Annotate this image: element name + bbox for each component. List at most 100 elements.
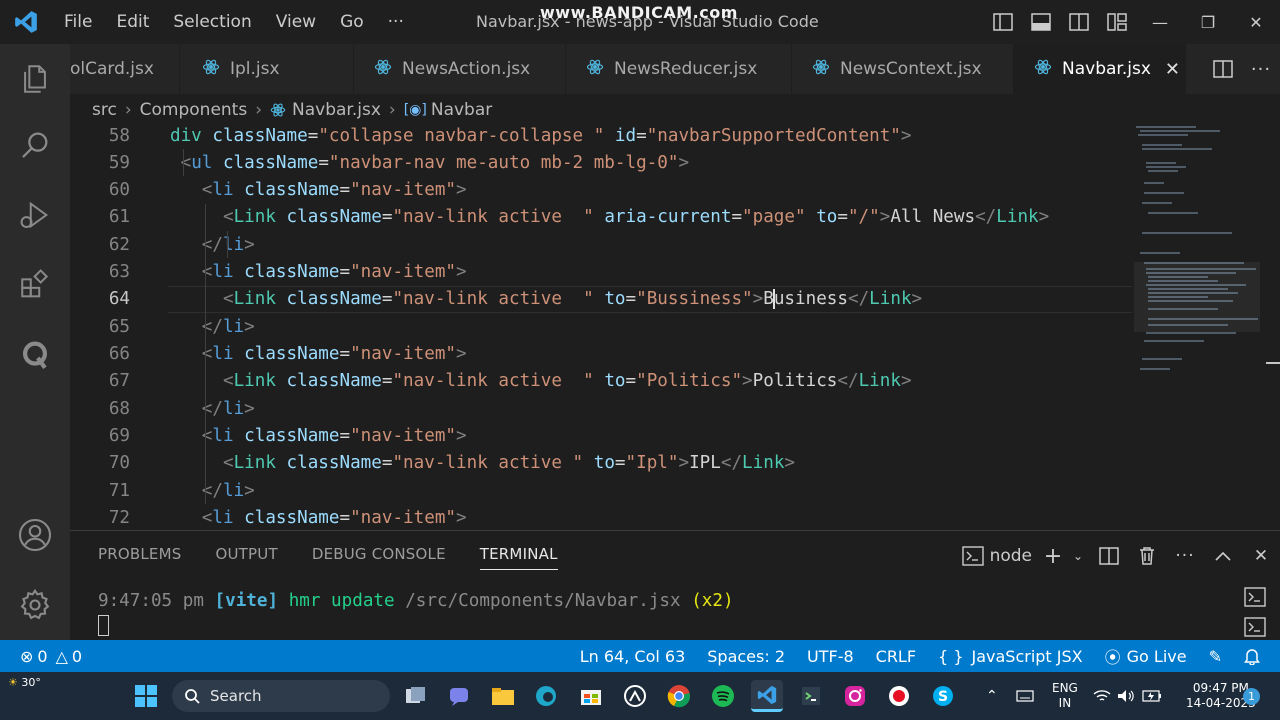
cursor-position[interactable]: Ln 64, Col 63	[569, 647, 697, 666]
new-terminal-icon[interactable]: +	[1040, 539, 1066, 573]
toggle-secondary-sidebar-icon[interactable]	[1060, 0, 1098, 44]
language-mode[interactable]: { } JavaScript JSX	[927, 647, 1094, 666]
line-number: 63	[108, 262, 130, 283]
feedback-icon[interactable]: ✎	[1198, 647, 1233, 666]
git-bash-icon[interactable]	[795, 680, 827, 712]
task-view-icon[interactable]	[400, 680, 432, 712]
terminal-tag: [vite]	[214, 591, 279, 611]
code-token: </	[837, 371, 859, 392]
breadcrumb-components[interactable]: Components	[140, 100, 248, 120]
restore-icon[interactable]: ❐	[1184, 0, 1232, 44]
breadcrumb-symbol[interactable]: Navbar	[431, 100, 492, 120]
split-editor-icon[interactable]	[1204, 44, 1242, 94]
line-number: 62	[108, 234, 130, 255]
react-file-icon	[1034, 58, 1052, 81]
microsoft-store-icon[interactable]	[575, 680, 607, 712]
code-text: </li>	[170, 317, 255, 337]
tab-output[interactable]: OUTPUT	[215, 545, 277, 570]
battery-icon[interactable]	[1142, 672, 1162, 720]
code-editor[interactable]: 58 div className="collapse navbar-collaps…	[70, 122, 1280, 530]
wifi-icon[interactable]	[1093, 672, 1111, 720]
tab-ipl[interactable]: Ipl.jsx	[180, 44, 354, 94]
menu-go[interactable]: Go	[328, 12, 376, 32]
recorder-icon[interactable]	[883, 680, 915, 712]
vscode-taskbar-icon[interactable]	[751, 680, 783, 712]
edge-icon[interactable]	[530, 680, 562, 712]
volume-icon[interactable]	[1117, 672, 1135, 720]
code-token: "nav-item"	[350, 426, 457, 447]
menu-selection[interactable]: Selection	[161, 12, 263, 32]
manage-gear-icon[interactable]	[0, 570, 70, 640]
code-token: >	[456, 508, 467, 529]
more-actions-icon[interactable]: ···	[1242, 44, 1280, 94]
show-hidden-icons[interactable]: ⌃	[986, 672, 998, 720]
code-token: >	[244, 480, 255, 501]
menu-file[interactable]: File	[52, 12, 104, 32]
tab-newscontext[interactable]: NewsContext.jsx	[792, 44, 1014, 94]
code-token: "nav-link active "	[392, 289, 594, 310]
windows-start-icon[interactable]	[130, 680, 162, 712]
close-window-icon[interactable]: ✕	[1232, 0, 1280, 44]
bell-icon[interactable]	[1233, 647, 1280, 665]
github-desktop-icon[interactable]	[619, 680, 651, 712]
input-language[interactable]: ENG IN	[1052, 672, 1078, 720]
warning-count: 0	[71, 646, 83, 666]
breadcrumb-file[interactable]: Navbar.jsx	[292, 100, 381, 120]
terminal-instance-icon[interactable]	[1244, 617, 1266, 639]
warning-icon: △	[55, 646, 68, 666]
toggle-panel-icon[interactable]	[1022, 0, 1060, 44]
minimap[interactable]	[1134, 122, 1260, 530]
maximize-panel-icon[interactable]	[1204, 539, 1242, 573]
instagram-icon[interactable]	[839, 680, 871, 712]
customize-layout-icon[interactable]	[1098, 0, 1136, 44]
close-panel-icon[interactable]: ✕	[1242, 539, 1280, 573]
extensions-icon[interactable]	[0, 250, 70, 320]
chrome-icon[interactable]	[663, 680, 695, 712]
encoding[interactable]: UTF-8	[796, 647, 865, 666]
chevron-down-icon[interactable]: ⌄	[1066, 539, 1090, 573]
code-line: 60 <li className="nav-item">	[70, 177, 1134, 204]
tab-problems[interactable]: PROBLEMS	[98, 545, 181, 570]
code-token: >	[900, 125, 912, 146]
teams-chat-icon[interactable]	[443, 680, 475, 712]
skype-icon[interactable]: S	[927, 680, 959, 712]
terminal-selector[interactable]: node	[954, 539, 1040, 573]
toggle-primary-sidebar-icon[interactable]	[984, 0, 1022, 44]
accounts-icon[interactable]	[0, 500, 70, 570]
indentation[interactable]: Spaces: 2	[696, 647, 796, 666]
more-actions-icon[interactable]: ···	[1166, 539, 1204, 573]
extension-q-icon[interactable]	[0, 320, 70, 390]
minimize-icon[interactable]: —	[1136, 0, 1184, 44]
menu-more[interactable]: ···	[376, 12, 416, 32]
go-live-button[interactable]: ⦿ Go Live	[1094, 644, 1198, 668]
tab-navbar[interactable]: Navbar.jsx ✕	[1014, 44, 1186, 94]
split-terminal-icon[interactable]	[1090, 539, 1128, 573]
file-explorer-icon[interactable]	[487, 680, 519, 712]
problems-status[interactable]: ⊗ 0 △ 0	[0, 647, 93, 666]
breadcrumb-src[interactable]: src	[92, 100, 117, 120]
tab-newsaction[interactable]: NewsAction.jsx	[354, 44, 566, 94]
tab-newsreducer[interactable]: NewsReducer.jsx	[566, 44, 792, 94]
code-line: 62 </li>	[70, 231, 1134, 258]
end-of-line[interactable]: CRLF	[865, 647, 927, 666]
explorer-icon[interactable]	[0, 44, 70, 114]
menu-view[interactable]: View	[264, 12, 328, 32]
spotify-icon[interactable]	[707, 680, 739, 712]
tab-terminal[interactable]: TERMINAL	[479, 545, 558, 570]
weather-widget[interactable]: ☀ 30°	[8, 676, 41, 689]
close-tab-icon[interactable]: ✕	[1165, 59, 1180, 80]
search-icon[interactable]	[0, 110, 70, 180]
run-debug-icon[interactable]	[0, 180, 70, 250]
editor-scrollbar[interactable]	[1264, 122, 1280, 530]
terminal-instance-icon[interactable]	[1244, 587, 1266, 609]
go-live-label: Go Live	[1126, 646, 1187, 666]
trash-icon[interactable]	[1128, 539, 1166, 573]
taskbar-search[interactable]: Search	[172, 680, 390, 712]
notification-badge[interactable]: 1	[1243, 688, 1260, 705]
code-text: <li className="nav-item">	[170, 426, 467, 446]
keyboard-icon[interactable]	[1016, 672, 1034, 720]
tab-debug-console[interactable]: DEBUG CONSOLE	[312, 545, 446, 570]
menu-edit[interactable]: Edit	[104, 12, 161, 32]
terminal-path: /src/Components/Navbar.jsx	[405, 591, 681, 611]
tab-colcard[interactable]: olCard.jsx	[70, 44, 180, 94]
